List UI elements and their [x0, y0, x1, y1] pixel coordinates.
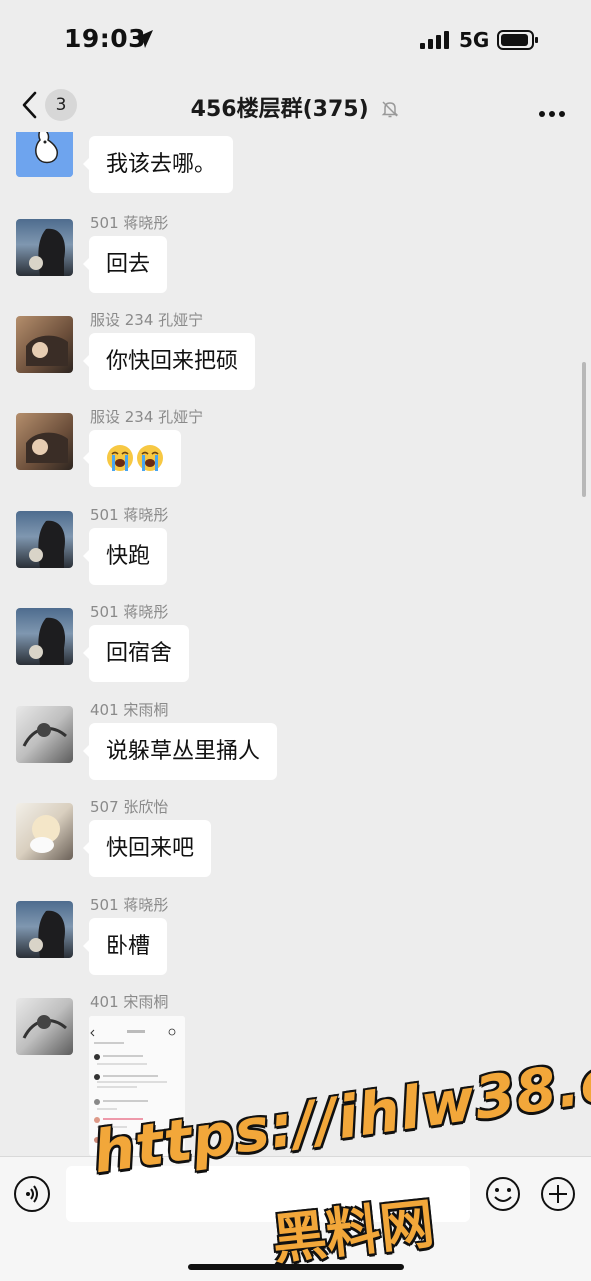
home-indicator[interactable] [188, 1264, 404, 1270]
message-bubble[interactable]: 快回来吧 [82, 820, 212, 877]
chat-title-text: 456楼层群(375) [190, 97, 369, 122]
avatar[interactable] [16, 608, 73, 665]
mute-bell-icon [382, 101, 399, 118]
avatar[interactable] [16, 316, 73, 373]
message-bubble[interactable]: 回去 [82, 236, 168, 293]
avatar[interactable] [16, 132, 73, 177]
chat-title: 456楼层群(375) [0, 91, 591, 123]
sender-name: 501 蒋晓彤 [90, 506, 169, 524]
sender-name: 服设 234 孔娅宁 [90, 311, 204, 329]
message-bubble[interactable]: 快跑 [82, 528, 168, 585]
sender-name: 501 蒋晓彤 [90, 603, 169, 621]
avatar[interactable] [16, 706, 73, 763]
watermark-name: 黑料网 [269, 1191, 438, 1272]
plus-icon[interactable] [540, 1176, 576, 1212]
sender-name: 501 蒋晓彤 [90, 214, 169, 232]
sender-name: 501 蒋晓彤 [90, 896, 169, 914]
avatar[interactable] [16, 219, 73, 276]
message-bubble[interactable]: 我该去哪。 [82, 136, 234, 193]
avatar[interactable] [16, 511, 73, 568]
signal-icon [420, 31, 449, 49]
avatar[interactable] [16, 803, 73, 860]
sender-name: 401 宋雨桐 [90, 993, 169, 1011]
network-type: 5G [459, 28, 490, 52]
emoji-icon[interactable] [485, 1176, 521, 1212]
sender-name: 服设 234 孔娅宁 [90, 408, 204, 426]
message-bubble[interactable]: 回宿舍 [82, 625, 190, 682]
sender-name: 401 宋雨桐 [90, 701, 169, 719]
more-icon[interactable] [535, 102, 565, 121]
message-bubble[interactable]: 说躲草丛里捅人 [82, 723, 278, 780]
message-bubble[interactable] [83, 430, 181, 487]
crying-face-icon [107, 445, 163, 471]
message-bubble[interactable]: 卧槽 [82, 918, 168, 975]
message-bubble[interactable]: 你快回来把硕 [82, 333, 256, 390]
avatar[interactable] [16, 901, 73, 958]
avatar[interactable] [16, 998, 73, 1055]
scrollbar[interactable] [582, 362, 586, 497]
avatar[interactable] [16, 413, 73, 470]
battery-icon [497, 30, 538, 50]
message-list[interactable]: 我该去哪。 501 蒋晓彤 回去 服设 234 孔娅宁 你快回来把硕 服设 23… [0, 132, 591, 1156]
location-arrow-icon [135, 30, 153, 48]
status-bar: 19:03 5G [0, 0, 591, 80]
sender-name: 507 张欣怡 [90, 798, 169, 816]
voice-icon[interactable] [14, 1176, 50, 1212]
